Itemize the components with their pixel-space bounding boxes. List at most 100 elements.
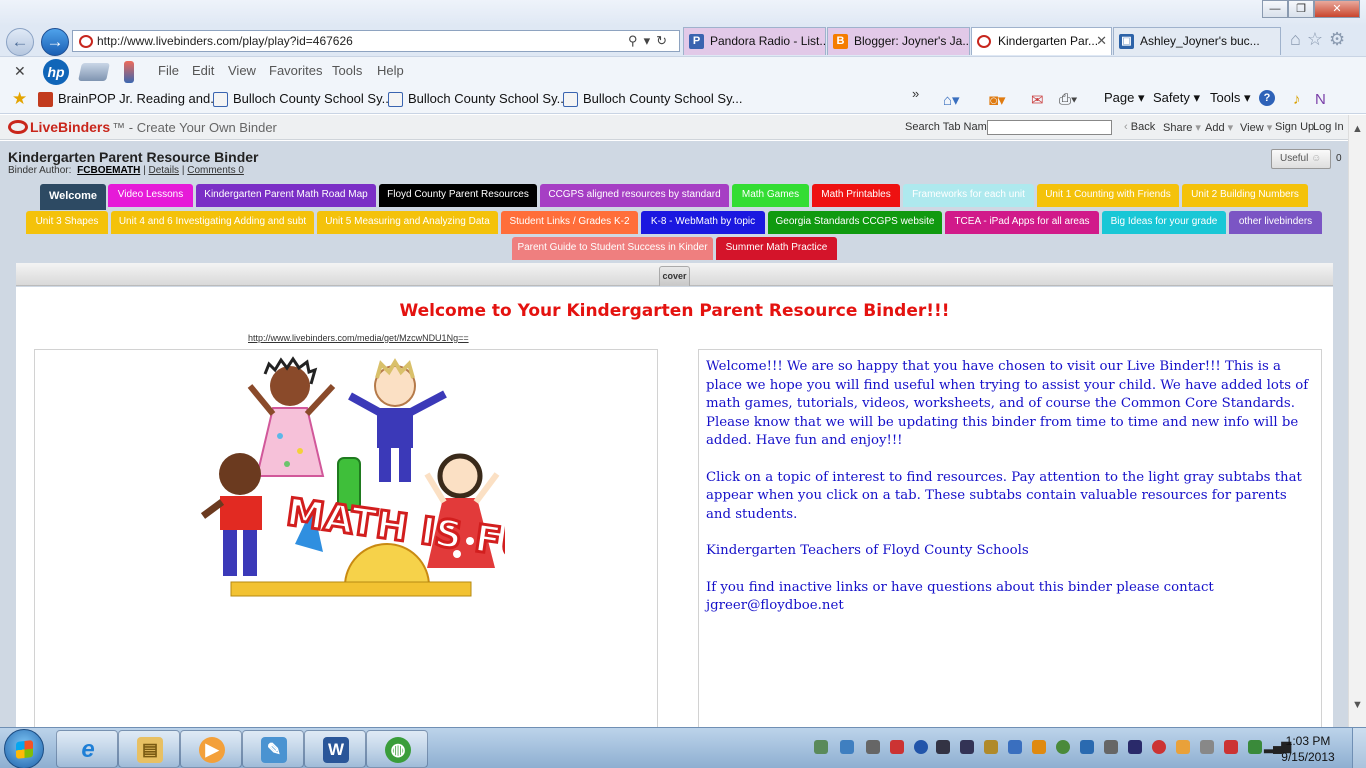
favorite-bulloch-2[interactable]: Bulloch County School Sy... — [388, 91, 567, 107]
favorite-bulloch-3[interactable]: Bulloch County School Sy... — [563, 91, 742, 107]
tray-monitor-icon[interactable] — [960, 740, 974, 754]
tray-blocked-icon[interactable] — [1152, 740, 1166, 754]
tab-tcea-ipad-apps[interactable]: TCEA - iPad Apps for all areas — [945, 211, 1099, 234]
add-link[interactable]: Add ▾ — [1205, 121, 1233, 134]
address-url[interactable]: http://www.livebinders.com/play/play?id=… — [97, 34, 353, 48]
useful-button[interactable]: Useful ☺ — [1271, 149, 1331, 169]
livebinders-logo[interactable]: LiveBinders ™ - Create Your Own Binder — [8, 119, 277, 135]
mail-icon[interactable]: ✉ — [1031, 91, 1044, 109]
tab-student-links[interactable]: Student Links / Grades K-2 — [501, 211, 638, 234]
binder-author-link[interactable]: FCBOEMATH — [77, 165, 140, 176]
tab-unit-5[interactable]: Unit 5 Measuring and Analyzing Data — [317, 211, 498, 234]
menu-tools[interactable]: Tools — [332, 63, 362, 78]
favorites-star-icon[interactable]: ☆ — [1307, 29, 1329, 49]
help-icon[interactable]: ? — [1259, 90, 1275, 106]
minimize-button[interactable]: — — [1262, 0, 1288, 18]
tray-alert-icon[interactable] — [1224, 740, 1238, 754]
dropdown-icon[interactable]: ▾ — [644, 33, 657, 48]
tray-folder-icon[interactable] — [1032, 740, 1046, 754]
log-in-link[interactable]: Log In — [1313, 121, 1344, 133]
favorites-overflow-chevron-icon[interactable]: » — [912, 86, 919, 101]
taskbar-internet-explorer[interactable]: e — [56, 730, 118, 768]
tab-unit-1[interactable]: Unit 1 Counting with Friends — [1037, 184, 1179, 207]
details-link[interactable]: Details — [148, 165, 179, 176]
print-icon[interactable]: ⎙▾ — [1059, 91, 1077, 108]
tab-video-lessons[interactable]: Video Lessons — [108, 184, 193, 207]
hp-smart-print-icon[interactable] — [78, 63, 110, 81]
tray-lock-icon[interactable] — [1128, 740, 1142, 754]
menu-favorites[interactable]: Favorites — [269, 63, 322, 78]
tab-unit-4-and-6[interactable]: Unit 4 and 6 Investigating Adding and su… — [111, 211, 314, 234]
tray-printer-icon[interactable] — [866, 740, 880, 754]
tray-network-icon[interactable] — [890, 740, 904, 754]
tab-ashley[interactable]: ▣ Ashley_Joyner's buc... — [1113, 27, 1281, 55]
tray-update-icon[interactable] — [1008, 740, 1022, 754]
tray-usb-icon[interactable] — [1104, 740, 1118, 754]
tab-parent-guide[interactable]: Parent Guide to Student Success in Kinde… — [512, 237, 713, 260]
show-desktop-button[interactable] — [1352, 728, 1366, 768]
close-toolbar-icon[interactable]: ✕ — [14, 63, 26, 80]
search-icon[interactable]: ⚲ — [628, 33, 644, 48]
tab-math-road-map[interactable]: Kindergarten Parent Math Road Map — [196, 184, 376, 207]
tab-math-printables[interactable]: Math Printables — [812, 184, 900, 207]
tab-floyd-county-resources[interactable]: Floyd County Parent Resources — [379, 184, 537, 207]
menu-view[interactable]: View — [228, 63, 256, 78]
tray-globe-icon[interactable] — [1056, 740, 1070, 754]
tab-unit-3[interactable]: Unit 3 Shapes — [26, 211, 108, 234]
address-bar[interactable]: http://www.livebinders.com/play/play?id=… — [72, 30, 680, 52]
tray-security-icon[interactable] — [814, 740, 828, 754]
clock[interactable]: 1:03 PM 9/15/2013 — [1276, 733, 1340, 765]
forward-arrow-icon[interactable]: → — [41, 28, 69, 56]
page-scrollbar[interactable]: ▲ ▼ — [1348, 115, 1366, 727]
back-arrow-icon[interactable]: ← — [6, 28, 34, 56]
tab-kindergarten[interactable]: Kindergarten Par... ✕ — [971, 27, 1112, 55]
tab-other-livebinders[interactable]: other livebinders — [1229, 211, 1322, 234]
research-icon[interactable]: ♪ — [1293, 91, 1301, 108]
tray-shield-icon[interactable] — [840, 740, 854, 754]
tab-summer-math-practice[interactable]: Summer Math Practice — [716, 237, 837, 260]
menu-edit[interactable]: Edit — [192, 63, 214, 78]
safety-menu[interactable]: Safety ▾ — [1153, 90, 1200, 106]
comments-link[interactable]: Comments 0 — [187, 165, 244, 176]
scroll-down-arrow-icon[interactable]: ▼ — [1352, 699, 1363, 711]
hp-logo-icon[interactable]: hp — [43, 59, 69, 85]
tray-tools-icon[interactable] — [984, 740, 998, 754]
tab-blogger[interactable]: B Blogger: Joyner's Ja... — [827, 27, 970, 55]
search-tab-input[interactable] — [987, 120, 1112, 135]
hp-clip-icon[interactable] — [124, 61, 134, 83]
taskbar-media-player[interactable]: ▶ — [180, 730, 242, 768]
menu-file[interactable]: File — [158, 63, 179, 78]
menu-help[interactable]: Help — [377, 63, 404, 78]
share-link[interactable]: Share ▾ — [1163, 121, 1201, 134]
scroll-up-arrow-icon[interactable]: ▲ — [1352, 123, 1363, 135]
view-link[interactable]: View ▾ — [1240, 121, 1272, 134]
tab-big-ideas[interactable]: Big Ideas for your grade — [1102, 211, 1226, 234]
tray-app-icon[interactable] — [1176, 740, 1190, 754]
favorites-star-icon[interactable]: ★ — [12, 89, 27, 109]
tab-math-games[interactable]: Math Games — [732, 184, 809, 207]
tab-ccgps-resources[interactable]: CCGPS aligned resources by standard — [540, 184, 729, 207]
taskbar-word[interactable]: W — [304, 730, 366, 768]
action-center-flag-icon[interactable] — [1200, 740, 1214, 754]
rss-feed-icon[interactable]: ◙▾ — [989, 91, 1006, 109]
taskbar-globe-app[interactable]: ◍ — [366, 730, 428, 768]
refresh-icon[interactable]: ↻ — [656, 33, 673, 48]
tray-battery-icon[interactable] — [1248, 740, 1262, 754]
taskbar-notepad[interactable]: ✎ — [242, 730, 304, 768]
media-source-link[interactable]: http://www.livebinders.com/media/get/Mzc… — [248, 333, 469, 343]
tab-webmath[interactable]: K-8 - WebMath by topic — [641, 211, 765, 234]
bluetooth-icon[interactable] — [914, 740, 928, 754]
gear-icon[interactable]: ⚙ — [1329, 29, 1351, 49]
close-window-button[interactable]: ✕ — [1314, 0, 1360, 18]
taskbar-file-explorer[interactable]: ▤ — [118, 730, 180, 768]
tools-menu[interactable]: Tools ▾ — [1210, 90, 1251, 106]
maximize-button[interactable]: ❐ — [1288, 0, 1314, 18]
page-menu[interactable]: Page ▾ — [1104, 90, 1145, 106]
tab-unit-2[interactable]: Unit 2 Building Numbers — [1182, 184, 1308, 207]
subtab-cover[interactable]: cover — [659, 266, 690, 286]
start-button[interactable] — [4, 729, 44, 768]
favorite-brainpop[interactable]: BrainPOP Jr. Reading and... — [38, 91, 221, 107]
back-link[interactable]: ‹ Back — [1124, 121, 1155, 133]
onenote-icon[interactable]: N — [1315, 91, 1326, 108]
home-icon[interactable]: ⌂▾ — [943, 91, 960, 109]
